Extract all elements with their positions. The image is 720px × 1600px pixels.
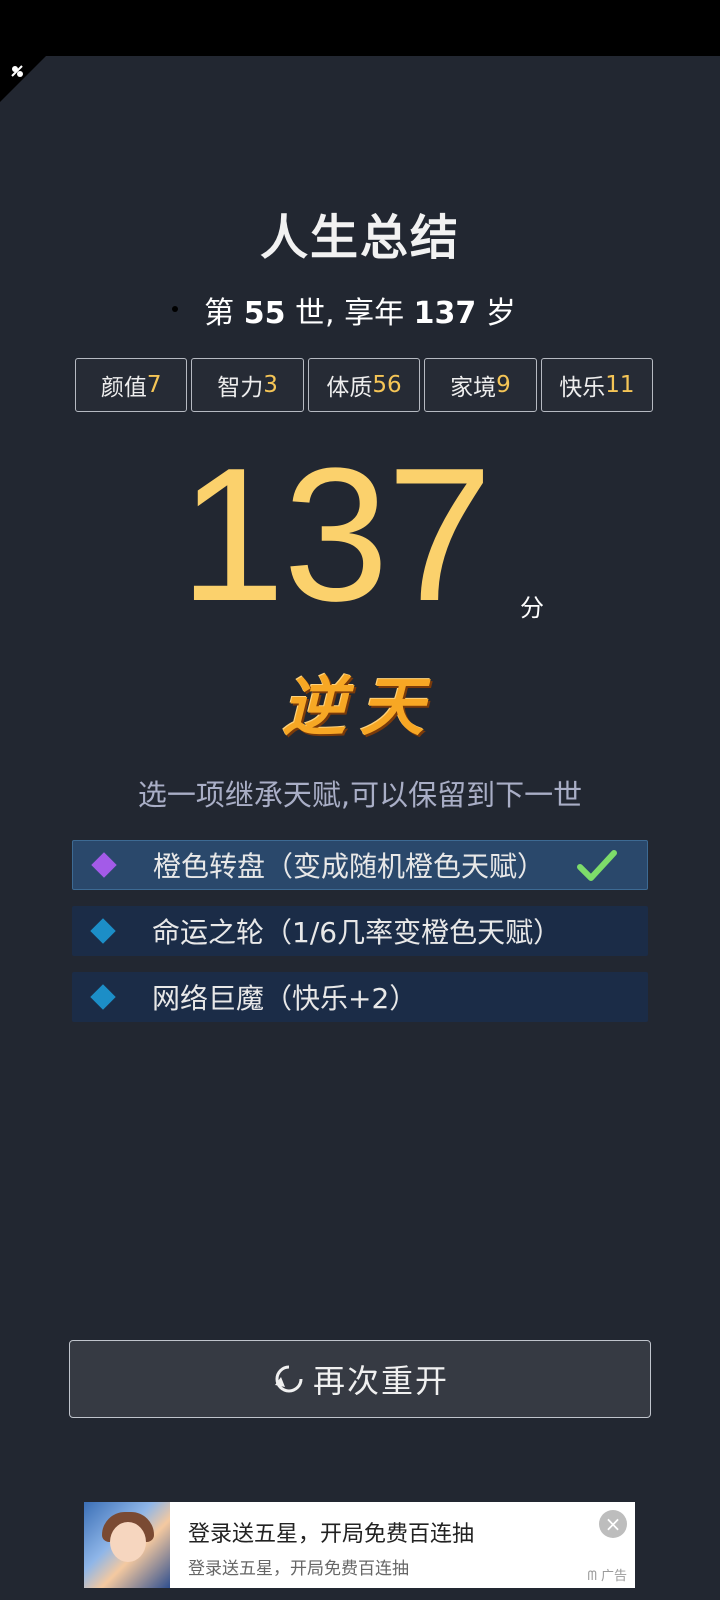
stat-value: 56 [372, 372, 402, 398]
refresh-icon [274, 1365, 303, 1393]
checkmark-icon [577, 850, 617, 881]
stat-value: 9 [496, 372, 511, 398]
ad-banner[interactable]: 登录送五星，开局免费百连抽 登录送五星，开局免费百连抽 × ᗰ 广告 [84, 1502, 635, 1588]
stat-value: 7 [146, 372, 162, 398]
age-number: 137 [413, 296, 477, 331]
ad-label: ᗰ 广告 [587, 1565, 627, 1584]
restart-label: 再次重开 [312, 1362, 449, 1400]
talent-label: 橙色转盘（变成随机橙色天赋） [153, 850, 546, 883]
ad-character-face [110, 1522, 146, 1562]
status-bar [0, 0, 720, 56]
life-summary-line: 第 55 世, 享年 137 岁 [0, 288, 720, 332]
blue-gem-icon [90, 918, 116, 944]
age-suffix: 岁 [485, 296, 516, 331]
generation-prefix: 第 [204, 296, 235, 331]
stat-constitution: 体质 56 [307, 358, 421, 412]
purple-gem-icon [91, 852, 117, 878]
stat-value: 3 [263, 372, 278, 398]
generation-number: 55 [243, 296, 286, 331]
ad-thumbnail [84, 1502, 170, 1588]
talent-label: 网络巨魔（快乐+2） [152, 982, 418, 1015]
stat-label: 快乐 [559, 375, 606, 401]
stat-value: 11 [605, 372, 635, 398]
ad-subtitle: 登录送五星，开局免费百连抽 [188, 1559, 409, 1579]
stat-label: 颜值 [100, 375, 147, 401]
rank-title: 逆天 [282, 670, 438, 745]
page-title: 人生总结 [259, 210, 460, 266]
stat-appearance: 颜值 7 [75, 358, 188, 412]
talent-option[interactable]: 命运之轮（1/6几率变橙色天赋） [72, 906, 648, 956]
stat-label: 体质 [326, 375, 373, 401]
restart-button[interactable]: 再次重开 [69, 1340, 651, 1418]
stat-intelligence: 智力 3 [191, 358, 304, 412]
talent-list: 橙色转盘（变成随机橙色天赋） 命运之轮（1/6几率变橙色天赋） 网络巨魔（快乐+… [72, 840, 648, 1038]
blue-gem-icon [90, 984, 116, 1010]
stat-label: 智力 [217, 375, 264, 401]
stat-label: 家境 [450, 375, 497, 401]
ad-label-text: 广告 [600, 1569, 627, 1584]
talent-option-selected[interactable]: 橙色转盘（变成随机橙色天赋） [72, 840, 648, 890]
ad-title: 登录送五星，开局免费百连抽 [188, 1522, 475, 1547]
stat-family: 家境 9 [424, 358, 537, 412]
close-icon[interactable]: × [599, 1510, 627, 1538]
final-score: 137 [179, 429, 492, 641]
score-unit: 分 [520, 594, 544, 622]
talent-label: 命运之轮（1/6几率变橙色天赋） [152, 916, 562, 949]
stat-happiness: 快乐 11 [540, 358, 654, 412]
talent-option[interactable]: 网络巨魔（快乐+2） [72, 972, 648, 1022]
inherit-instruction: 选一项继承天赋,可以保留到下一世 [137, 778, 583, 812]
attribute-stats: 颜值 7 智力 3 体质 56 家境 9 快乐 11 [75, 358, 654, 412]
bullet-dot [172, 306, 178, 312]
age-prefix: 世, 享年 [295, 296, 405, 331]
corner-badge-icon[interactable] [0, 56, 46, 102]
ad-logo-icon: ᗰ [587, 1569, 597, 1584]
